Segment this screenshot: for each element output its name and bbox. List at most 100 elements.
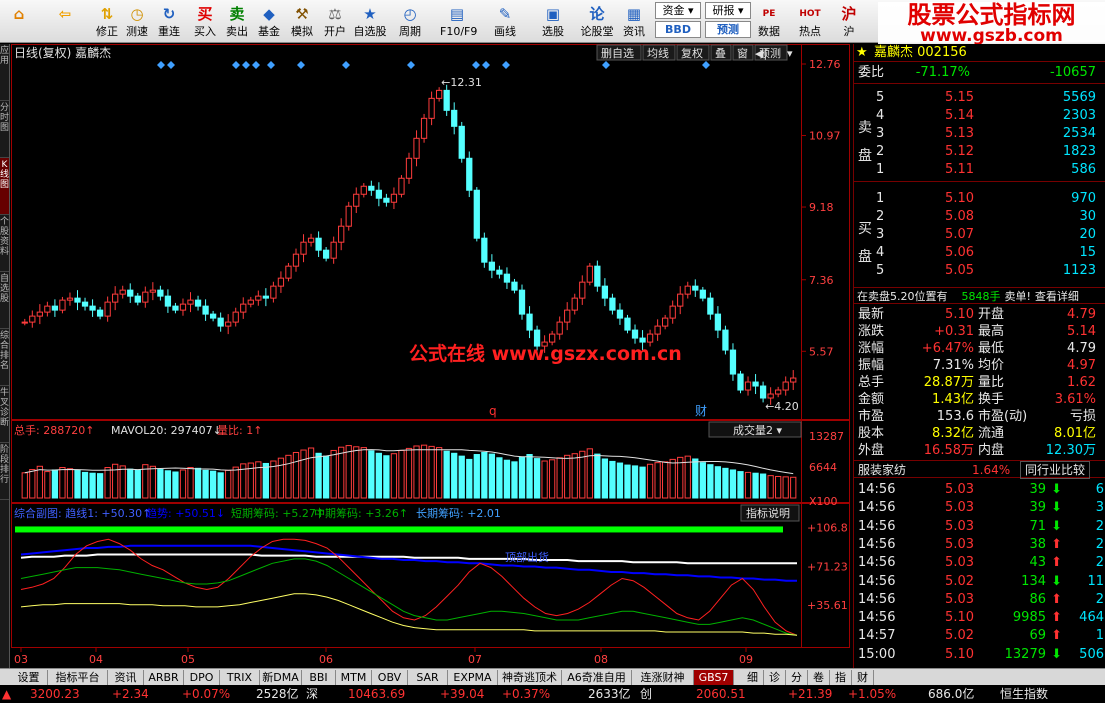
- toolbar-button-reconnect[interactable]: ↻ 重连: [152, 1, 186, 41]
- arrow-up-icon: ⬆: [1051, 610, 1062, 626]
- left-tab-4[interactable]: 个 股 资 料: [0, 215, 9, 272]
- indicator-tab-22[interactable]: 财: [852, 670, 874, 685]
- candle-body: [59, 299, 66, 311]
- toolbar-dropdown-2[interactable]: 研报 ▾ 预测: [705, 2, 751, 40]
- toolbar-button-back-arrow[interactable]: ⇦: [48, 1, 82, 41]
- tick-time: 15:00: [858, 646, 896, 662]
- chart-svg[interactable]: 日线(复权) 嘉麟杰 删自选 均线 复权叠窗预测◀| ▾12.7610.979.187.…: [11, 44, 850, 668]
- volume-bar: [767, 475, 774, 499]
- indicator-tab-13[interactable]: 神奇逃顶术: [498, 670, 562, 685]
- candle: [699, 286, 706, 302]
- toolbar-button-f10[interactable]: ▤ F10/F9: [440, 1, 478, 41]
- toolbar-button-clock[interactable]: ◷ 测速: [120, 1, 154, 41]
- toolbar-button-draw-line[interactable]: ✎ 画线: [488, 1, 522, 41]
- candle-body: [654, 325, 661, 335]
- toolbar-button-home[interactable]: ⌂: [2, 1, 36, 41]
- indicator-tab-6[interactable]: TRIX: [220, 670, 260, 685]
- candle: [662, 314, 669, 330]
- tick-row: 15:00 5.10 13279 ⬇ 506: [854, 646, 1105, 664]
- toolbar-button-fund[interactable]: ◆ 基金: [252, 1, 286, 41]
- volume-bar: [194, 467, 202, 499]
- star-icon[interactable]: ★: [856, 44, 868, 62]
- indicator-tab-10[interactable]: OBV: [372, 670, 408, 685]
- date-axis-label: 06: [319, 653, 333, 666]
- indicator-tab-4[interactable]: ARBR: [144, 670, 184, 685]
- tick-time: 14:56: [858, 591, 896, 607]
- buy-volume: 30: [1079, 209, 1096, 224]
- indicator-tab-17[interactable]: 细: [742, 670, 764, 685]
- candle-body: [209, 313, 217, 319]
- indicator-tab-16[interactable]: GBS7: [694, 670, 734, 685]
- toolbar-button-label: F10/F9: [440, 25, 478, 38]
- tick-price: 5.03: [945, 591, 974, 607]
- candle-body: [51, 305, 59, 311]
- indicator-tab-14[interactable]: A6奇准自用: [562, 670, 632, 685]
- watermark-url: www.gszb.com: [920, 26, 1063, 46]
- indicator-tab-3[interactable]: 资讯: [108, 670, 144, 685]
- indicator-tab-12[interactable]: EXPMA: [448, 670, 498, 685]
- volume-bar: [398, 449, 405, 499]
- stat-label: 振幅: [858, 358, 885, 373]
- tick-price: 5.03: [945, 536, 974, 552]
- left-tab-5[interactable]: 自 选 股: [0, 272, 9, 329]
- toolbar-button-screener[interactable]: ▣ 选股: [536, 1, 570, 41]
- indicator-tab-18[interactable]: 诊: [764, 670, 786, 685]
- stat-label: 市盈(动): [978, 409, 1028, 424]
- indicator-tab-11[interactable]: SAR: [408, 670, 448, 685]
- indicator-tab-2[interactable]: 指标平台: [48, 670, 108, 685]
- sz-amount: 2633亿: [588, 687, 631, 701]
- toolbar-button-shanghai[interactable]: 沪沪: [832, 1, 866, 41]
- volume-bar: [209, 470, 217, 499]
- toolbar-button-buy[interactable]: 买买入: [188, 1, 222, 41]
- toolbar-button-star[interactable]: ★ 自选股: [353, 1, 387, 41]
- candle-body: [579, 281, 586, 299]
- toolbar-button-hammer[interactable]: ⚒ 模拟: [285, 1, 319, 41]
- left-tab-2[interactable]: 分 时 图: [0, 101, 9, 158]
- left-tab-7[interactable]: 牛 叉 诊 断: [0, 386, 9, 443]
- indicator-tab-21[interactable]: 指: [830, 670, 852, 685]
- indicator-tab-5[interactable]: DPO: [184, 670, 220, 685]
- indicator-tab-7[interactable]: 新DMA: [260, 670, 302, 685]
- candle-body: [571, 297, 578, 311]
- toolbar-button-sell[interactable]: 卖卖出: [220, 1, 254, 41]
- indicator-tab-20[interactable]: 卷: [808, 670, 830, 685]
- buy-row-4: 4 5.06 15: [854, 244, 1105, 262]
- candle-body: [722, 329, 729, 351]
- toolbar-button-hot[interactable]: HOT 热点: [793, 1, 827, 41]
- left-tab-8[interactable]: 阶 段 排 行: [0, 443, 9, 500]
- toolbar-button-label: 基金: [258, 25, 280, 38]
- toolbar-button-data[interactable]: PE 数据: [752, 1, 786, 41]
- order-notice[interactable]: 在卖盘5.20位置有 5848手 卖单! 查看详细: [854, 287, 1105, 304]
- indicator-tab-1[interactable]: 设置: [10, 670, 48, 685]
- toolbar-button-up-down-arrows[interactable]: ⇅ 修正: [90, 1, 124, 41]
- volume-bar: [428, 445, 435, 499]
- indicator-tab-19[interactable]: 分: [786, 670, 808, 685]
- period-icon: ◴: [403, 5, 417, 23]
- menu-down-icon[interactable]: ▾: [787, 47, 793, 60]
- stat-value: 亏损: [1069, 409, 1096, 424]
- stat-value: 1.43亿: [932, 392, 974, 407]
- indicator-tab-9[interactable]: MTM: [336, 670, 372, 685]
- toolbar-dropdown-1[interactable]: 资金 ▾ BBD: [655, 2, 701, 40]
- toolbar-button-forum[interactable]: 论论股堂: [580, 1, 614, 41]
- indicator-tab-15[interactable]: 连涨财神: [632, 670, 694, 685]
- price-axis-label: 7.36: [809, 274, 834, 287]
- clock-icon: ◷: [130, 5, 144, 23]
- toolbar-button-scales[interactable]: ⚖ 开户: [318, 1, 352, 41]
- industry-compare-button[interactable]: 同行业比较: [1020, 461, 1091, 479]
- left-tab-6[interactable]: 综 合 排 名: [0, 329, 9, 386]
- toolbar-button-news[interactable]: ▦ 资讯: [617, 1, 651, 41]
- left-tab-1[interactable]: 应 用: [0, 44, 9, 101]
- candle: [714, 306, 722, 339]
- sell-row-2: 2 5.12 1823: [854, 143, 1105, 161]
- candle: [511, 278, 518, 294]
- left-tab-3[interactable]: K 线 图: [0, 158, 9, 215]
- scroll-left-icon[interactable]: ◀|: [755, 47, 767, 60]
- indicator-tab-8[interactable]: BBI: [302, 670, 336, 685]
- notice-link[interactable]: 查看详细: [1035, 290, 1079, 303]
- volume-axis-label: 13287: [809, 430, 844, 443]
- toolbar-button-period[interactable]: ◴ 周期: [393, 1, 427, 41]
- volume-bar: [503, 459, 511, 499]
- volume-bar: [375, 452, 383, 499]
- volume-bar: [225, 469, 232, 499]
